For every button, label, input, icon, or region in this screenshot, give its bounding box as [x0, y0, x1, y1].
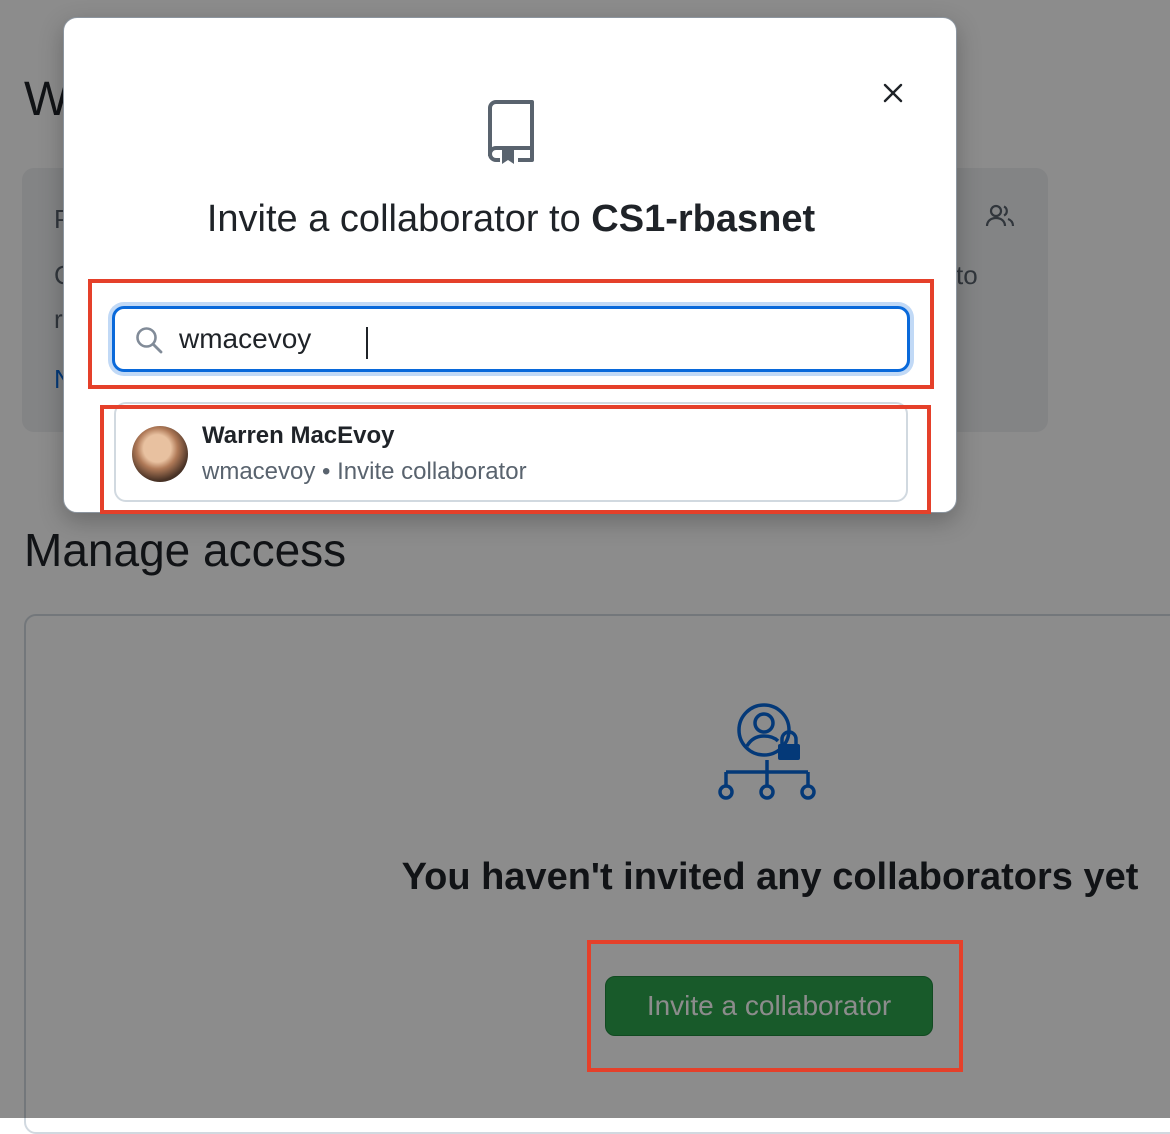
highlight-search-box	[88, 279, 934, 389]
close-button[interactable]	[872, 72, 914, 114]
highlight-invite-button	[587, 940, 963, 1072]
repository-name: CS1-rbasnet	[591, 198, 816, 240]
close-icon	[883, 83, 903, 103]
repo-icon	[488, 100, 534, 164]
dialog-title: Invite a collaborator to CS1-rbasnet	[64, 196, 956, 242]
highlight-result-item	[100, 405, 931, 514]
dialog-title-prefix: Invite a collaborator to	[206, 198, 592, 240]
